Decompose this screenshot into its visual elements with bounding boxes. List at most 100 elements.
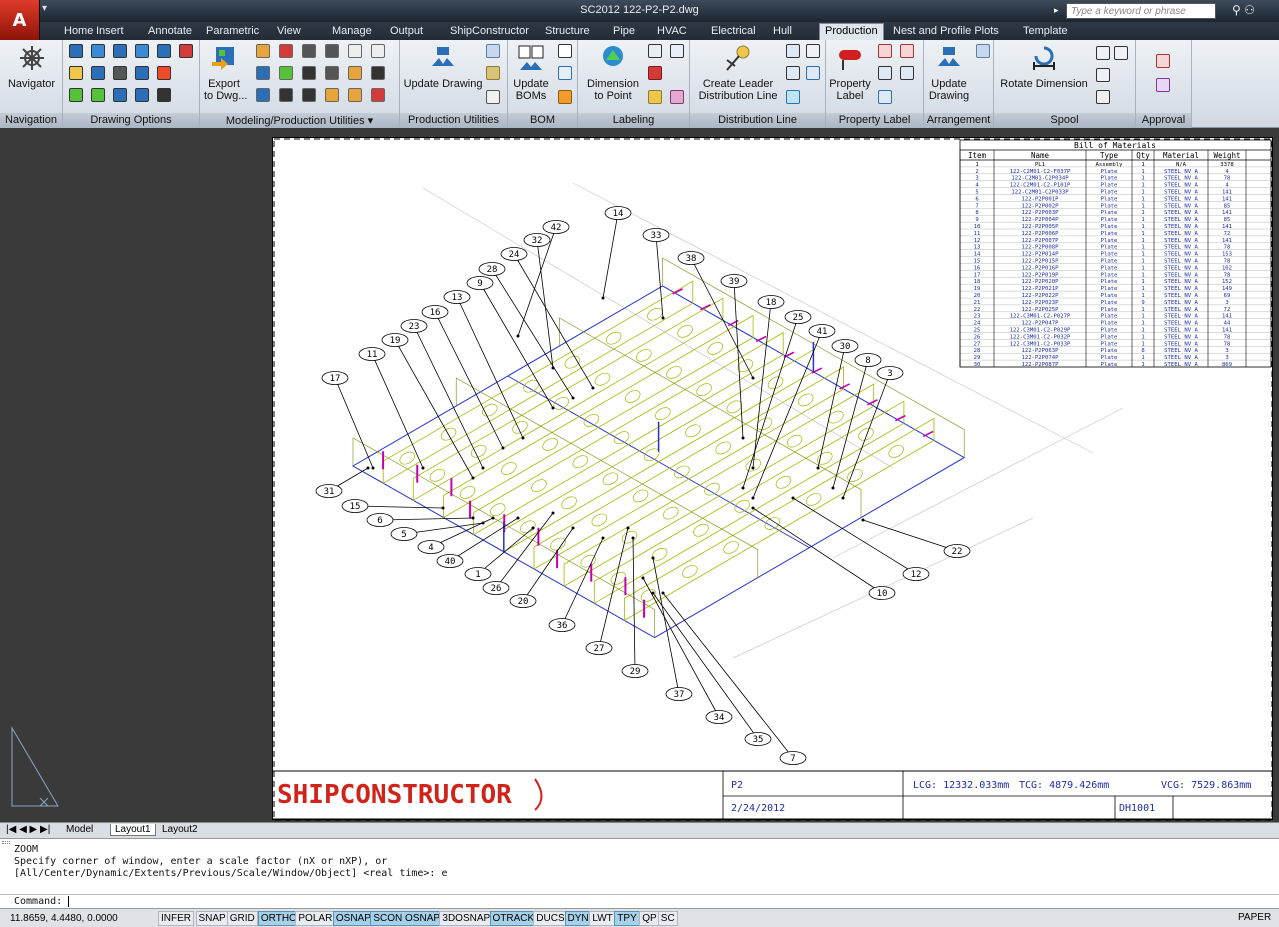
tools-icon[interactable] xyxy=(486,66,500,80)
tab-electrical[interactable]: Electrical xyxy=(711,23,756,40)
label-icon[interactable] xyxy=(648,44,662,58)
status-toggle-snap[interactable]: SNAP xyxy=(195,911,229,926)
layout-nav-icons[interactable]: |◀ ◀ ▶ ▶| xyxy=(2,824,54,835)
tab-hull[interactable]: Hull xyxy=(773,23,792,40)
distribution-update-icon[interactable] xyxy=(786,90,800,104)
approval-stamp-icon[interactable] xyxy=(1156,54,1170,68)
tab-model[interactable]: Model xyxy=(62,824,97,835)
tab-parametric[interactable]: Parametric xyxy=(206,23,259,40)
tab-manage[interactable]: Manage xyxy=(332,23,372,40)
tab-shipconstructor[interactable]: ShipConstructor xyxy=(450,23,529,40)
tab-layout2[interactable]: Layout2 xyxy=(158,824,202,835)
drawing-option-icon[interactable] xyxy=(135,88,149,102)
property-copy-icon[interactable] xyxy=(900,44,914,58)
utility-icon[interactable] xyxy=(371,66,385,80)
distribution-move-icon[interactable] xyxy=(806,66,820,80)
table-icon[interactable] xyxy=(558,44,572,58)
panel-label[interactable]: Modeling/Production Utilities ▾ xyxy=(200,113,399,128)
property-swap-icon[interactable] xyxy=(878,66,892,80)
tab-view[interactable]: View xyxy=(277,23,301,40)
approval-list-icon[interactable] xyxy=(1156,78,1170,92)
utility-icon[interactable] xyxy=(371,88,385,102)
distribution-edit-icon[interactable] xyxy=(806,44,820,58)
utility-icon[interactable] xyxy=(256,88,270,102)
utility-icon[interactable] xyxy=(325,88,339,102)
drawing-option-icon[interactable] xyxy=(135,44,149,58)
paper-sheet[interactable]: Bill of Materials Item Name Type Qty Material… xyxy=(272,137,1273,821)
utility-icon[interactable] xyxy=(325,66,339,80)
utility-icon[interactable] xyxy=(256,44,270,58)
tab-home[interactable]: Home xyxy=(64,23,93,40)
export-to-dwg-button[interactable]: Export to Dwg... xyxy=(204,44,247,102)
spool-dim-icon[interactable] xyxy=(1096,46,1110,60)
tab-production[interactable]: Production xyxy=(819,23,884,40)
status-toggle-ortho[interactable]: ORTHO xyxy=(257,911,300,926)
label-red-icon[interactable] xyxy=(648,66,662,80)
status-toggle-grid[interactable]: GRID xyxy=(226,911,258,926)
distribution-icon[interactable] xyxy=(786,44,800,58)
utility-icon[interactable] xyxy=(302,44,316,58)
tab-nest-and-profile-plots[interactable]: Nest and Profile Plots xyxy=(893,23,999,40)
property-label-button[interactable]: Property Label xyxy=(828,44,872,102)
status-toggle-qp[interactable]: QP xyxy=(639,911,660,926)
utility-icon[interactable] xyxy=(256,66,270,80)
utility-icon[interactable] xyxy=(371,44,385,58)
status-toggle-dyn[interactable]: DYN xyxy=(564,911,592,926)
drawing-option-icon[interactable] xyxy=(113,66,127,80)
move-icon[interactable] xyxy=(486,90,500,104)
paper-space-toggle[interactable]: PAPER xyxy=(1238,912,1271,923)
status-toggle-tpy[interactable]: TPY xyxy=(614,911,640,926)
command-grip[interactable] xyxy=(2,841,10,844)
drawing-option-icon[interactable] xyxy=(69,66,83,80)
update-drawing-arrangement-button[interactable]: Update Drawing xyxy=(926,44,972,102)
status-toggle-osnap[interactable]: OSNAP xyxy=(332,911,374,926)
drawing-option-icon[interactable] xyxy=(91,44,105,58)
help-icons[interactable]: ⚲ ⚇ xyxy=(1232,3,1255,17)
drawing-option-icon[interactable] xyxy=(69,88,83,102)
property-refresh-icon[interactable] xyxy=(900,66,914,80)
tab-structure[interactable]: Structure xyxy=(545,23,590,40)
tab-pipe[interactable]: Pipe xyxy=(613,23,635,40)
status-toggle-sc[interactable]: SC xyxy=(657,911,678,926)
property-update-icon[interactable] xyxy=(878,90,892,104)
tab-insert[interactable]: Insert xyxy=(96,23,124,40)
rotate-dimension-button[interactable]: Rotate Dimension xyxy=(998,44,1090,90)
status-toggle-scon-osnap[interactable]: SCON OSNAP xyxy=(370,911,444,926)
update-drawing-button[interactable]: Update Drawing xyxy=(402,44,484,90)
utility-icon[interactable] xyxy=(348,66,362,80)
drawing-option-icon[interactable] xyxy=(157,66,171,80)
drawing-option-icon[interactable] xyxy=(113,88,127,102)
command-input[interactable]: Command: xyxy=(0,894,1279,909)
utility-icon[interactable] xyxy=(302,88,316,102)
drawing-option-icon[interactable] xyxy=(69,44,83,58)
drawing-option-icon[interactable] xyxy=(135,66,149,80)
utility-icon[interactable] xyxy=(279,66,293,80)
status-toggle-otrack[interactable]: OTRACK xyxy=(489,911,538,926)
drawing-option-icon[interactable] xyxy=(91,66,105,80)
arrangement-settings-icon[interactable] xyxy=(976,44,990,58)
status-toggle-lwt[interactable]: LWT xyxy=(589,911,616,926)
status-toggle-infer[interactable]: INFER xyxy=(158,911,194,926)
dimension-to-point-button[interactable]: Dimension to Point xyxy=(582,44,644,102)
status-toggle-polar[interactable]: POLAR xyxy=(295,911,336,926)
spool-move-icon[interactable] xyxy=(1096,90,1110,104)
settings-icon[interactable] xyxy=(486,44,500,58)
label-pink-icon[interactable] xyxy=(670,90,684,104)
bom-list-icon[interactable] xyxy=(558,66,572,80)
drawing-option-icon[interactable] xyxy=(157,88,171,102)
status-toggle-3dosnap[interactable]: 3DOSNAP xyxy=(439,911,494,926)
utility-icon[interactable] xyxy=(302,66,316,80)
tab-layout1[interactable]: Layout1 xyxy=(110,824,156,836)
bom-export-icon[interactable] xyxy=(558,90,572,104)
search-expand-icon[interactable]: ▸ xyxy=(1054,5,1064,15)
drawing-option-icon[interactable] xyxy=(179,44,193,58)
utility-icon[interactable] xyxy=(279,88,293,102)
property-edit-icon[interactable] xyxy=(878,44,892,58)
tab-template[interactable]: Template xyxy=(1023,23,1068,40)
status-toggle-ducs[interactable]: DUCS xyxy=(533,911,568,926)
distribution-align-icon[interactable] xyxy=(786,66,800,80)
drawing-option-icon[interactable] xyxy=(113,44,127,58)
utility-icon[interactable] xyxy=(325,44,339,58)
navigator-button[interactable]: Navigator xyxy=(4,44,59,90)
label-edit-icon[interactable] xyxy=(670,44,684,58)
